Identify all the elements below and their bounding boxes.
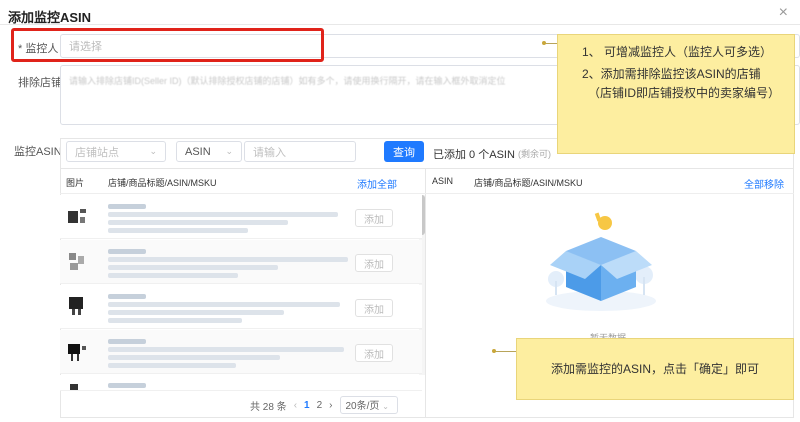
product-image: [66, 381, 88, 390]
col-info-header: 店铺/商品标题/ASIN/MSKU: [108, 178, 217, 188]
left-table: 图片 店铺/商品标题/ASIN/MSKU 添加全部 添加 添加 添加 添加 共 …: [60, 168, 426, 418]
exclude-placeholder: 请输入排除店铺ID(Seller ID)（默认排除授权店铺的店铺）如有多个，请使…: [69, 76, 506, 86]
total-count: 共 28 条: [250, 401, 287, 413]
note-line-2: 2、添加需排除监控该ASIN的店铺: [582, 67, 761, 81]
col-asin-header: ASIN: [432, 176, 454, 186]
page-2[interactable]: 2: [317, 400, 323, 411]
table-row: 添加: [60, 195, 422, 239]
search-input[interactable]: 请输入: [244, 141, 356, 162]
table-row: 添加: [60, 285, 422, 329]
search-button[interactable]: 查询: [384, 141, 424, 162]
search-placeholder: 请输入: [253, 146, 286, 159]
pagination: 共 28 条 ‹ 1 2 › 20条/页 ⌄: [250, 396, 398, 414]
table-row: [60, 375, 422, 391]
chevron-down-icon: ⌄: [225, 146, 233, 156]
page-size-value: 20条/页: [345, 401, 380, 412]
close-icon[interactable]: ×: [779, 4, 788, 22]
note-connector: [544, 43, 558, 44]
add-all-link[interactable]: 添加全部: [357, 176, 397, 191]
chevron-down-icon: ⌄: [382, 402, 389, 411]
note-line-3: （店铺ID即店铺授权中的卖家编号）: [588, 86, 781, 100]
page-1[interactable]: 1: [304, 400, 310, 411]
row-add-button[interactable]: 添加: [355, 209, 393, 227]
next-page-icon[interactable]: ›: [329, 400, 332, 411]
col-info-header: 店铺/商品标题/ASIN/MSKU: [474, 178, 583, 188]
row-add-button[interactable]: 添加: [355, 254, 393, 272]
asin-label: 监控ASIN: [14, 146, 62, 158]
header-divider: [0, 24, 800, 25]
table-row: 添加: [60, 240, 422, 284]
note-connector: [494, 351, 516, 352]
note-add-asin: 添加需监控的ASIN，点击「确定」即可: [516, 338, 794, 400]
note-monitor-tips: 1、 可增减监控人（监控人可多选） 2、添加需排除监控该ASIN的店铺 （店铺I…: [557, 34, 795, 154]
product-image: [66, 205, 88, 227]
asin-type-value: ASIN: [185, 145, 211, 158]
asin-type-select[interactable]: ASIN ⌄: [176, 141, 242, 162]
product-image: [66, 295, 88, 317]
product-image: [66, 250, 88, 272]
exclude-label: 排除店铺: [18, 77, 62, 89]
row-add-button[interactable]: 添加: [355, 299, 393, 317]
remaining-count: (剩余可): [518, 149, 551, 159]
col-image-header: 图片: [66, 178, 85, 188]
prev-page-icon[interactable]: ‹: [294, 400, 297, 411]
note-line-1: 1、 可增减监控人（监控人可多选）: [582, 45, 773, 59]
note-dot: [492, 349, 496, 353]
product-image: [66, 340, 88, 362]
chevron-down-icon: ⌄: [149, 146, 157, 156]
page-size-select[interactable]: 20条/页 ⌄: [339, 396, 398, 414]
table-row: 添加: [60, 330, 422, 374]
header-divider: [426, 193, 794, 194]
header-divider: [60, 193, 426, 194]
empty-box-icon: [536, 209, 666, 322]
highlight-box: [11, 28, 324, 62]
shop-site-placeholder: 店铺站点: [75, 146, 119, 159]
added-count: 已添加 0 个ASIN: [433, 149, 515, 161]
row-add-button[interactable]: 添加: [355, 344, 393, 362]
remove-all-link[interactable]: 全部移除: [744, 176, 784, 191]
note-dot: [542, 41, 546, 45]
shop-site-select[interactable]: 店铺站点 ⌄: [66, 141, 166, 162]
